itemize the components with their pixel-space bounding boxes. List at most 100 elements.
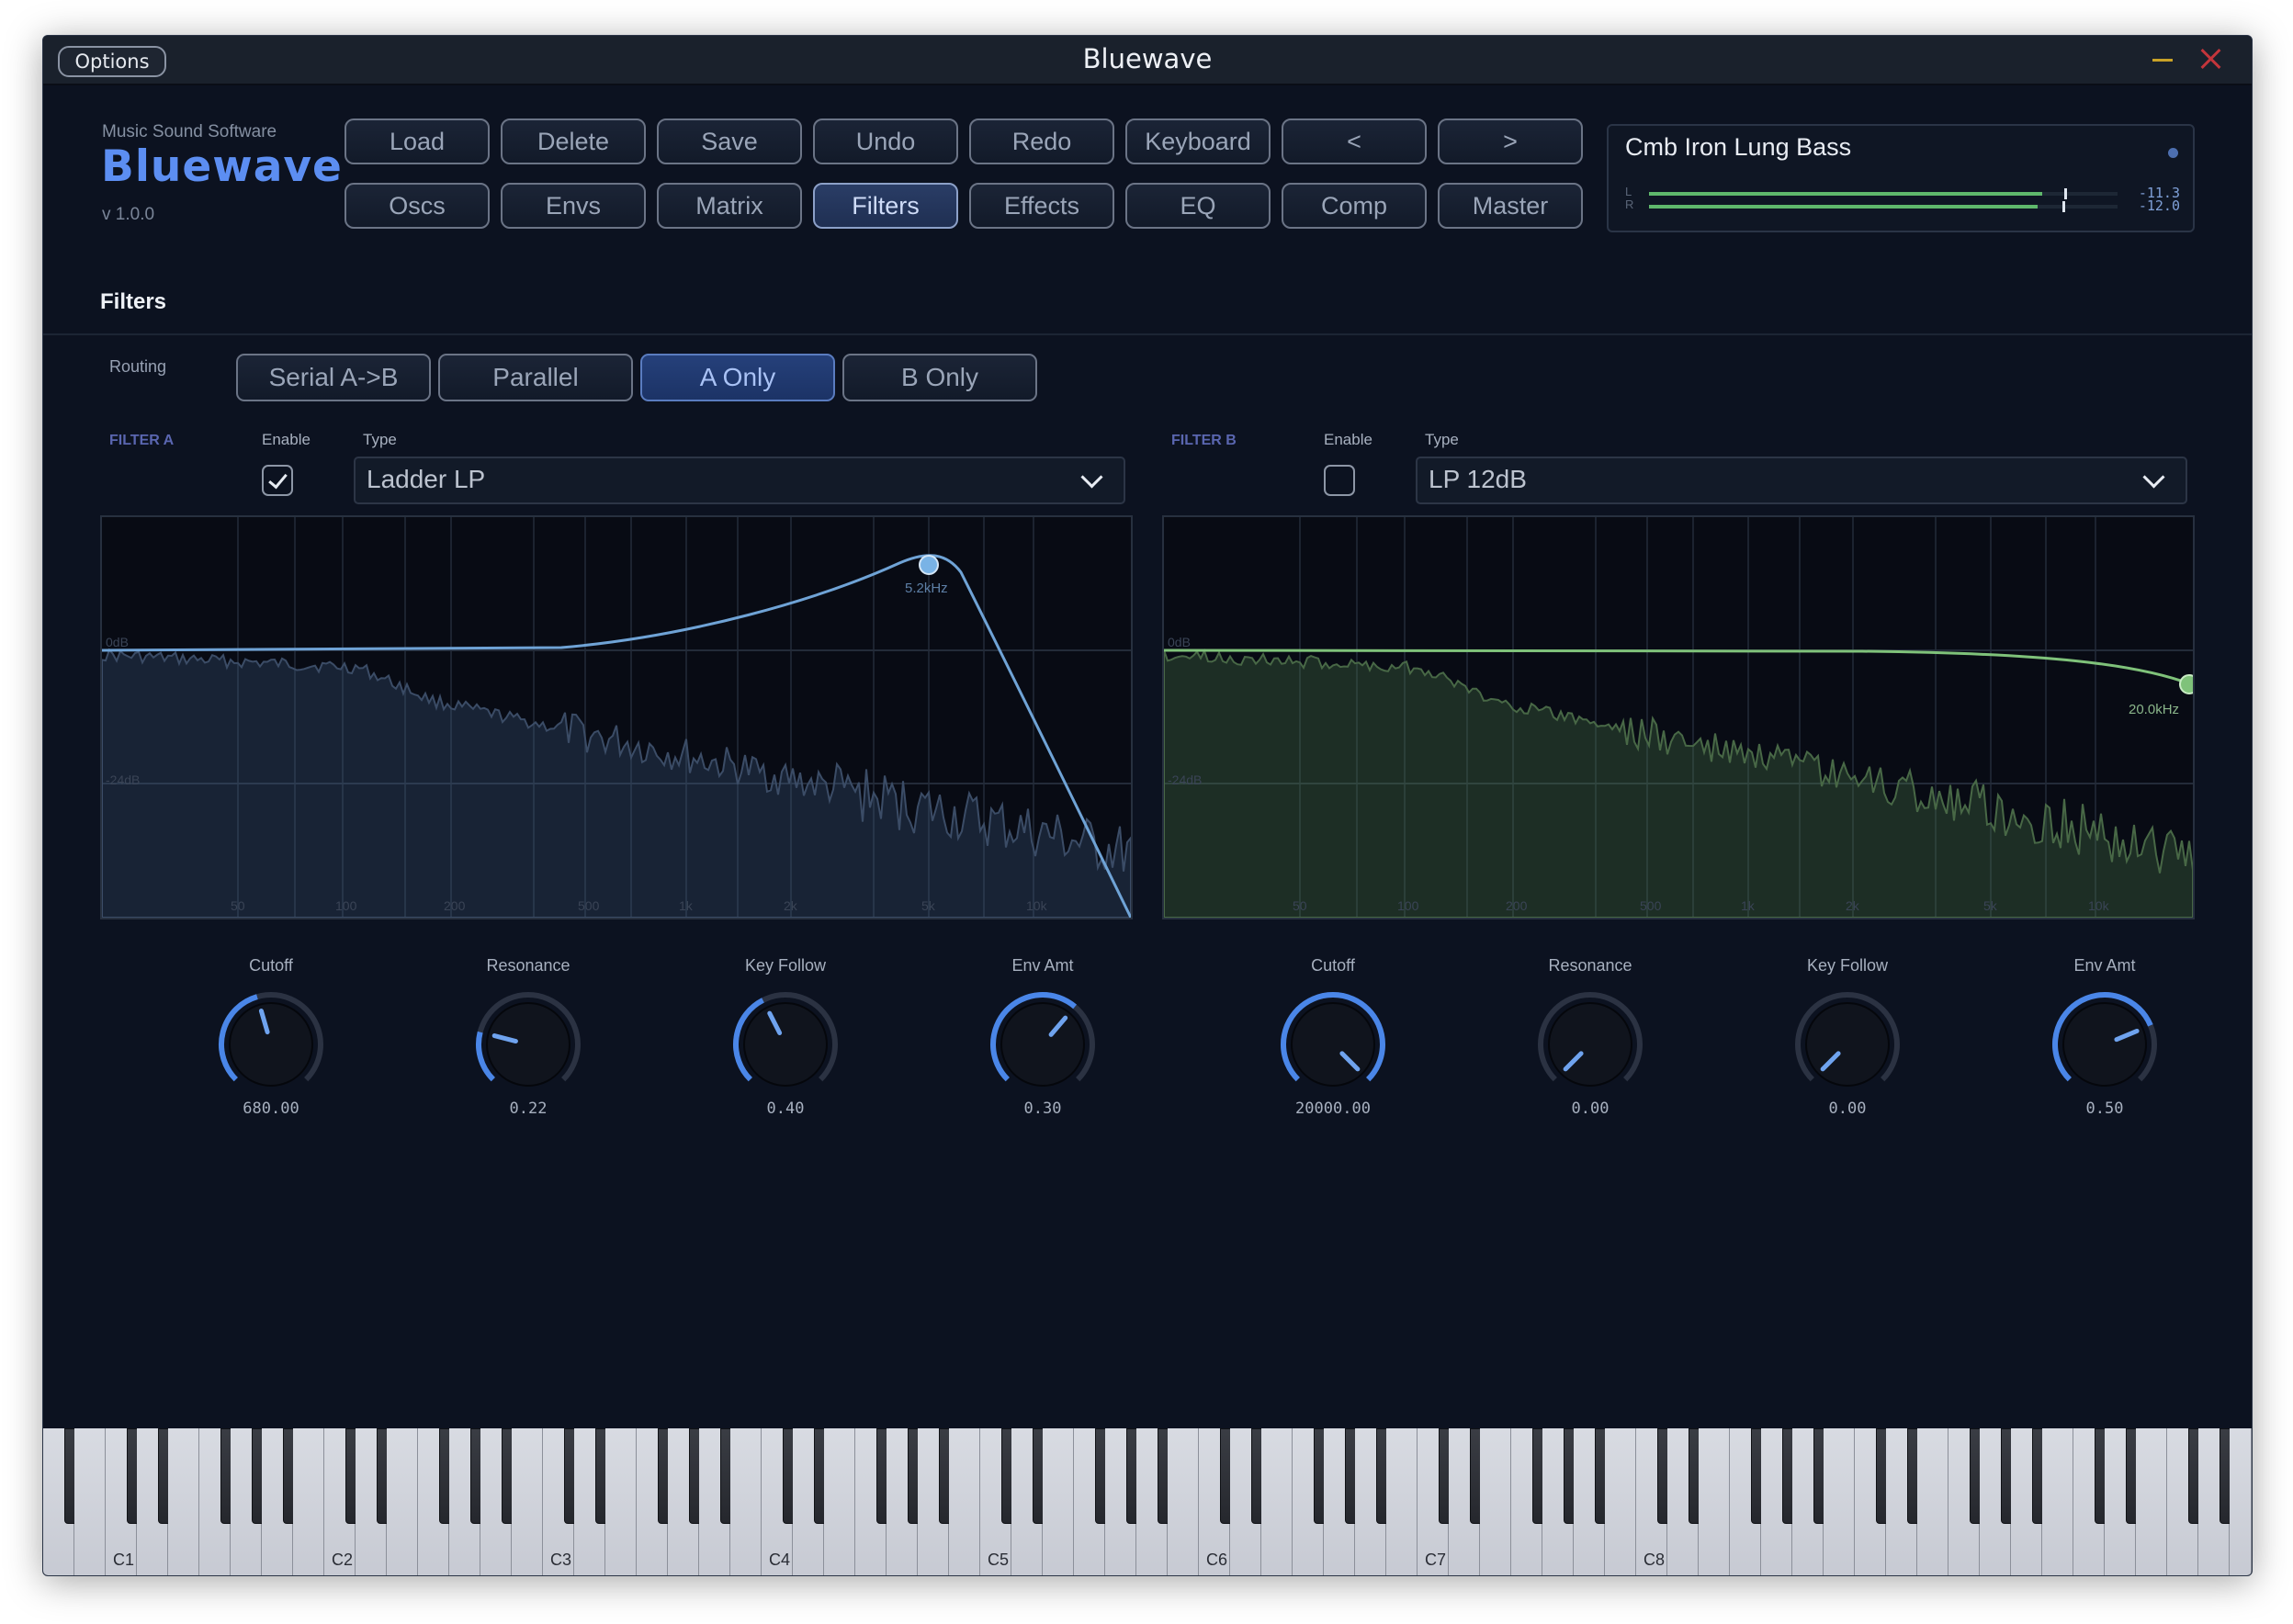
knob-dial-icon[interactable] xyxy=(1792,989,1903,1100)
white-key[interactable] xyxy=(824,1428,855,1575)
knob-dial-icon[interactable] xyxy=(2050,989,2160,1100)
knob-dial-icon[interactable] xyxy=(473,989,583,1100)
meter-label-right: R xyxy=(1625,197,1634,211)
knob-label: Cutoff xyxy=(249,956,293,975)
white-key[interactable] xyxy=(293,1428,324,1575)
white-key[interactable] xyxy=(74,1428,106,1575)
white-key[interactable] xyxy=(1168,1428,1199,1575)
filter-a-response-graph[interactable]: 0dB -24dB 50 100 200 500 1k 2k 5k 10k 5.2kHz xyxy=(100,515,1133,919)
freq-tick-label: 2k xyxy=(1846,898,1860,913)
knob-value: 0.40 xyxy=(766,1100,805,1118)
divider xyxy=(43,333,2252,335)
freq-tick-label: 500 xyxy=(578,898,600,913)
chevron-down-icon xyxy=(2142,466,2165,489)
filter-b-knob-key-follow[interactable]: Key Follow 0.00 xyxy=(1774,954,1921,1166)
filter-b-knob-resonance[interactable]: Resonance 0.00 xyxy=(1517,954,1664,1166)
freq-tick-label: 200 xyxy=(1506,898,1528,913)
knob-label: Env Amt xyxy=(1011,956,1074,975)
white-key[interactable] xyxy=(1917,1428,1948,1575)
level-meter-left xyxy=(1649,188,2118,199)
white-key[interactable] xyxy=(1480,1428,1511,1575)
knob-dial-icon[interactable] xyxy=(1278,989,1388,1100)
white-key[interactable] xyxy=(168,1428,199,1575)
brand-logo: Bluewave xyxy=(101,141,343,192)
knob-value: 0.50 xyxy=(2085,1100,2124,1118)
filter-a-type-dropdown[interactable]: Ladder LP xyxy=(354,457,1125,504)
nav-button-2-row1[interactable]: Save xyxy=(657,118,802,164)
nav-button-1-row1[interactable]: Delete xyxy=(501,118,646,164)
white-key[interactable] xyxy=(1699,1428,1730,1575)
knob-label: Resonance xyxy=(486,956,570,975)
white-key[interactable] xyxy=(1605,1428,1636,1575)
white-key[interactable] xyxy=(2136,1428,2167,1575)
white-key[interactable] xyxy=(605,1428,637,1575)
filter-a-knob-env-amt[interactable]: Env Amt 0.30 xyxy=(969,954,1116,1166)
white-key[interactable] xyxy=(730,1428,762,1575)
preset-panel[interactable]: Cmb Iron Lung Bass L R -11.3 -12.0 xyxy=(1607,124,2195,232)
routing-button-1[interactable]: Parallel xyxy=(438,354,633,401)
nav-button-4-row2[interactable]: Effects xyxy=(969,183,1114,229)
white-key[interactable] xyxy=(2230,1428,2252,1575)
freq-tick-label: 50 xyxy=(231,898,245,913)
cutoff-handle[interactable] xyxy=(2179,674,2193,694)
filter-b-enable-checkbox[interactable] xyxy=(1324,465,1355,496)
freq-tick-label: 10k xyxy=(2088,898,2110,913)
filter-b-type-value: LP 12dB xyxy=(1429,465,1527,493)
freq-tick-label: 100 xyxy=(335,898,357,913)
white-key[interactable] xyxy=(949,1428,980,1575)
nav-button-2-row2[interactable]: Matrix xyxy=(657,183,802,229)
db-label: -24dB xyxy=(106,773,140,787)
knob-dial-icon[interactable] xyxy=(216,989,326,1100)
white-key[interactable] xyxy=(1386,1428,1418,1575)
nav-button-5-row1[interactable]: Keyboard xyxy=(1125,118,1271,164)
cutoff-handle[interactable] xyxy=(919,555,939,575)
filter-a-knob-resonance[interactable]: Resonance 0.22 xyxy=(455,954,602,1166)
filter-b-knob-env-amt[interactable]: Env Amt 0.50 xyxy=(2031,954,2178,1166)
knob-dial-icon[interactable] xyxy=(730,989,841,1100)
filter-a-enable-checkbox[interactable] xyxy=(262,465,293,496)
filter-a-knob-cutoff[interactable]: Cutoff 680.00 xyxy=(198,954,345,1166)
nav-button-3-row1[interactable]: Undo xyxy=(813,118,958,164)
knob-dial-icon[interactable] xyxy=(1535,989,1645,1100)
routing-button-2[interactable]: A Only xyxy=(640,354,835,401)
nav-button-6-row2[interactable]: Comp xyxy=(1282,183,1427,229)
knob-dial-icon[interactable] xyxy=(988,989,1098,1100)
white-key[interactable] xyxy=(1261,1428,1293,1575)
white-key[interactable] xyxy=(1824,1428,1855,1575)
white-key[interactable] xyxy=(2042,1428,2073,1575)
nav-button-7-row2[interactable]: Master xyxy=(1438,183,1583,229)
filter-a-knob-key-follow[interactable]: Key Follow 0.40 xyxy=(712,954,859,1166)
nav-button-0-row2[interactable]: Oscs xyxy=(345,183,490,229)
freq-tick-label: 500 xyxy=(1640,898,1662,913)
nav-button-4-row1[interactable]: Redo xyxy=(969,118,1114,164)
filter-b-type-dropdown[interactable]: LP 12dB xyxy=(1416,457,2187,504)
filter-b-enable-label: Enable xyxy=(1324,431,1372,448)
knob-label: Env Amt xyxy=(2073,956,2136,975)
routing-button-3[interactable]: B Only xyxy=(842,354,1037,401)
freq-tick-label: 1k xyxy=(1741,898,1756,913)
freq-tick-label: 200 xyxy=(444,898,466,913)
nav-button-0-row1[interactable]: Load xyxy=(345,118,490,164)
freq-tick-label: 100 xyxy=(1397,898,1419,913)
nav-button-5-row2[interactable]: EQ xyxy=(1125,183,1271,229)
meter-label-left: L xyxy=(1625,185,1632,198)
filter-b-response-graph[interactable]: 0dB -24dB 50 100 200 500 1k 2k 5k 10k 20.0kHz xyxy=(1162,515,2195,919)
nav-button-7-row1[interactable]: > xyxy=(1438,118,1583,164)
filter-b-knob-cutoff[interactable]: Cutoff 20000.00 xyxy=(1259,954,1406,1166)
brand-version: v 1.0.0 xyxy=(102,205,155,224)
nav-button-1-row2[interactable]: Envs xyxy=(501,183,646,229)
filter-b-type-label: Type xyxy=(1425,431,1459,448)
level-meter-right xyxy=(1649,201,2118,212)
preset-name: Cmb Iron Lung Bass xyxy=(1625,133,1852,161)
routing-button-0[interactable]: Serial A->B xyxy=(236,354,431,401)
minimize-icon[interactable] xyxy=(2152,59,2173,62)
brand-company: Music Sound Software xyxy=(102,122,277,141)
close-icon[interactable] xyxy=(2197,45,2224,73)
nav-button-3-row2[interactable]: Filters xyxy=(813,183,958,229)
nav-button-6-row1[interactable]: < xyxy=(1282,118,1427,164)
piano-keyboard[interactable]: C1 C2 C3 C4 C5 C6 C7 C8 xyxy=(43,1428,2252,1575)
knob-value: 0.22 xyxy=(509,1100,548,1118)
white-key[interactable] xyxy=(387,1428,418,1575)
white-key[interactable] xyxy=(1043,1428,1074,1575)
white-key[interactable] xyxy=(512,1428,543,1575)
